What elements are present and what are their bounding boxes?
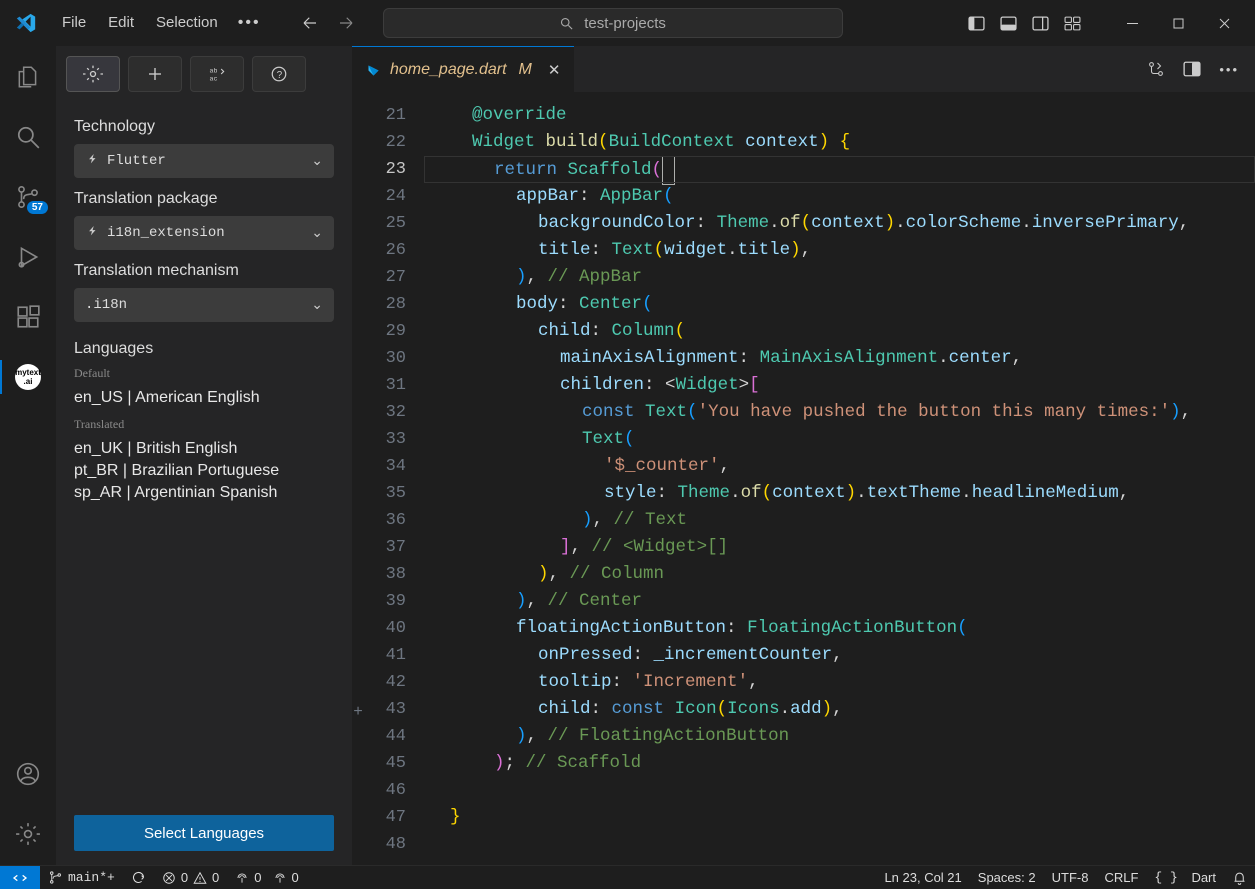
warning-count: 0 (212, 870, 219, 885)
ports-count-2: 0 (292, 870, 299, 885)
error-count: 0 (181, 870, 188, 885)
eol[interactable]: CRLF (1096, 866, 1146, 889)
encoding[interactable]: UTF-8 (1044, 866, 1097, 889)
toolbar-replace-icon[interactable]: abac (190, 56, 244, 92)
mechanism-dropdown[interactable]: .i18n ⌄ (74, 288, 334, 322)
activity-bar: 57 mytext .ai (0, 46, 56, 865)
menu-edit[interactable]: Edit (98, 10, 144, 36)
ports-count: 0 (254, 870, 261, 885)
scm-badge: 57 (27, 201, 48, 214)
accounts-icon[interactable] (0, 753, 56, 795)
package-label: Translation package (74, 190, 334, 208)
explorer-icon[interactable] (0, 56, 56, 98)
editor-body[interactable]: 2122232425262728293031323334353637383940… (352, 92, 1255, 865)
toggle-panel-icon[interactable] (999, 14, 1017, 32)
problems[interactable]: 0 0 (154, 866, 227, 889)
search-placeholder: test-projects (584, 15, 666, 32)
cursor-position[interactable]: Ln 23, Col 21 (876, 866, 969, 889)
vscode-logo (8, 12, 44, 34)
technology-label: Technology (74, 118, 334, 136)
sidebar-toolbar: abac ? (56, 46, 352, 102)
languages-header: Languages (74, 340, 334, 358)
editor-area: home_page.dart M ✕ ••• 21222324252627282… (352, 46, 1255, 865)
package-dropdown[interactable]: i18n_extension ⌄ (74, 216, 334, 250)
compare-changes-icon[interactable] (1147, 60, 1165, 78)
tab-close-icon[interactable]: ✕ (548, 61, 561, 79)
ports[interactable]: 0 0 (227, 866, 306, 889)
menu-selection[interactable]: Selection (146, 10, 228, 36)
layout-controls (967, 14, 1081, 32)
minimize-icon[interactable] (1109, 0, 1155, 46)
svg-text:ab: ab (210, 66, 218, 74)
git-branch[interactable]: main*+ (40, 866, 123, 889)
editor-tab[interactable]: home_page.dart M ✕ (352, 46, 574, 92)
mytext-extension-icon[interactable]: mytext .ai (0, 356, 56, 398)
toolbar-add-icon[interactable] (128, 56, 182, 92)
customize-layout-icon[interactable] (1063, 14, 1081, 32)
tab-actions: ••• (1131, 46, 1255, 92)
remote-indicator-icon[interactable] (0, 866, 40, 889)
extensions-icon[interactable] (0, 296, 56, 338)
sync-icon[interactable] (123, 866, 154, 889)
chevron-down-icon: ⌄ (311, 153, 323, 170)
spark-icon (85, 226, 99, 240)
branch-name: main*+ (68, 870, 115, 885)
language-item[interactable]: pt_BR | Brazilian Portuguese (74, 460, 334, 482)
package-value: i18n_extension (107, 225, 225, 241)
technology-dropdown[interactable]: Flutter ⌄ (74, 144, 334, 178)
notifications-icon[interactable] (1224, 866, 1255, 889)
mechanism-value: .i18n (85, 297, 127, 313)
search-icon (559, 16, 574, 31)
command-center[interactable]: test-projects (383, 8, 843, 38)
chevron-down-icon: ⌄ (311, 225, 323, 242)
tab-filename: home_page.dart (390, 61, 507, 79)
source-control-icon[interactable]: 57 (0, 176, 56, 218)
nav-arrows (301, 14, 355, 32)
toolbar-help-icon[interactable]: ? (252, 56, 306, 92)
indentation[interactable]: Spaces: 2 (970, 866, 1044, 889)
run-debug-icon[interactable] (0, 236, 56, 278)
split-editor-icon[interactable] (1183, 60, 1201, 78)
nav-forward-icon[interactable] (337, 14, 355, 32)
titlebar: File Edit Selection ••• test-projects (0, 0, 1255, 46)
menu-more-icon[interactable]: ••• (230, 10, 269, 36)
search-panel-icon[interactable] (0, 116, 56, 158)
tab-modified-indicator: M (519, 61, 532, 79)
toolbar-settings-icon[interactable] (66, 56, 120, 92)
toggle-primary-sidebar-icon[interactable] (967, 14, 985, 32)
status-bar: main*+ 0 0 0 0 Ln 23, Col 21 Spaces: 2 U… (0, 865, 1255, 889)
window-controls (1109, 0, 1247, 46)
dart-file-icon (366, 63, 380, 77)
technology-value: Flutter (107, 153, 166, 169)
svg-text:ac: ac (210, 75, 218, 83)
close-icon[interactable] (1201, 0, 1247, 46)
language-mode[interactable]: { } Dart (1146, 866, 1224, 889)
svg-text:?: ? (277, 70, 283, 81)
menu-bar: File Edit Selection ••• (52, 10, 269, 36)
language-item[interactable]: en_US | American English (74, 387, 334, 409)
line-gutter: 2122232425262728293031323334353637383940… (352, 92, 424, 865)
maximize-icon[interactable] (1155, 0, 1201, 46)
extension-sidebar: abac ? Technology Flutter ⌄ Translation … (56, 46, 352, 865)
translated-label: Translated (74, 417, 334, 432)
settings-gear-icon[interactable] (0, 813, 56, 855)
language-item[interactable]: en_UK | British English (74, 438, 334, 460)
code-content[interactable]: @overrideWidget build(BuildContext conte… (424, 92, 1255, 865)
spark-icon (85, 154, 99, 168)
language-item[interactable]: sp_AR | Argentinian Spanish (74, 482, 334, 504)
nav-back-icon[interactable] (301, 14, 319, 32)
chevron-down-icon: ⌄ (311, 297, 323, 314)
menu-file[interactable]: File (52, 10, 96, 36)
default-label: Default (74, 366, 334, 381)
mechanism-label: Translation mechanism (74, 262, 334, 280)
tab-bar: home_page.dart M ✕ ••• (352, 46, 1255, 92)
toggle-secondary-sidebar-icon[interactable] (1031, 14, 1049, 32)
select-languages-button[interactable]: Select Languages (74, 815, 334, 851)
more-actions-icon[interactable]: ••• (1219, 62, 1239, 77)
